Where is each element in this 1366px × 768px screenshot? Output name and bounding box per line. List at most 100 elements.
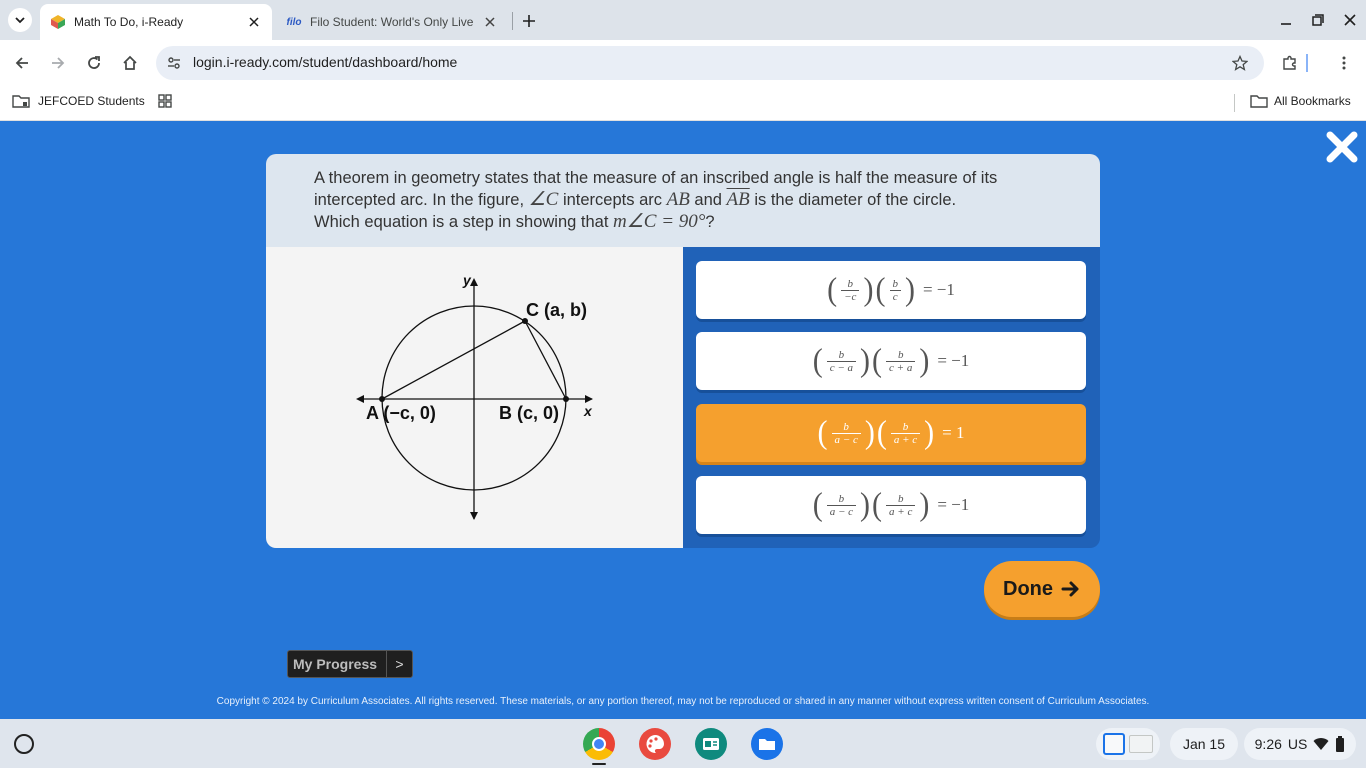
classroom-app-icon[interactable] — [695, 728, 727, 760]
minimize-icon — [1281, 23, 1291, 25]
answer-choice-1[interactable]: ( b −c ) ( bc ) = −1 — [696, 261, 1086, 319]
fraction: ba − c — [831, 421, 861, 446]
done-button[interactable]: Done — [984, 561, 1100, 617]
recent-file-thumbnail-icon — [1129, 735, 1153, 753]
date-tray[interactable]: Jan 15 — [1170, 728, 1238, 760]
segment-ac — [381, 320, 526, 400]
tab-title: Filo Student: World's Only Live — [310, 15, 474, 29]
question-card: A theorem in geometry states that the me… — [266, 154, 1100, 548]
battery-icon — [1336, 736, 1345, 752]
y-axis-up-arrow — [470, 278, 478, 286]
fraction: ba + c — [890, 421, 921, 446]
reload-button[interactable] — [82, 51, 106, 75]
minimize-button[interactable] — [1274, 8, 1298, 32]
puzzle-icon — [1283, 55, 1296, 70]
files-app-icon[interactable] — [751, 728, 783, 760]
close-lesson-icon[interactable] — [1326, 131, 1358, 163]
fraction: ba + c — [886, 493, 916, 518]
status-tray[interactable]: 9:26 US — [1244, 728, 1356, 760]
home-button[interactable] — [118, 51, 142, 75]
angle-c-math: ∠C — [528, 189, 559, 210]
plus-icon — [523, 15, 535, 27]
close-tab-icon[interactable] — [482, 14, 498, 30]
os-shelf: Jan 15 9:26 US — [0, 719, 1366, 768]
done-label: Done — [1003, 577, 1053, 600]
restore-button[interactable] — [1306, 8, 1330, 32]
tab-title: Math To Do, i-Ready — [74, 15, 184, 29]
m-angle-c-math: m∠C = 90° — [613, 211, 706, 232]
x-axis-label: x — [583, 403, 593, 419]
forward-button[interactable] — [46, 51, 70, 75]
my-progress-button[interactable]: My Progress > — [287, 650, 413, 678]
y-axis-label: y — [462, 272, 472, 288]
wifi-icon — [1313, 738, 1329, 750]
chrome-app-icon[interactable] — [583, 728, 615, 760]
tote-holding-space[interactable] — [1096, 728, 1160, 760]
browser-menu-button[interactable] — [1332, 51, 1356, 75]
back-button[interactable] — [10, 51, 34, 75]
prompt-line-2: intercepted arc. In the figure, ∠C inter… — [314, 189, 957, 210]
apps-grid-icon — [158, 94, 172, 108]
iready-favicon-icon — [50, 14, 66, 30]
tab-search-button[interactable] — [8, 8, 32, 32]
tab-strip: Math To Do, i-Ready filo Filo Student: W… — [0, 0, 1366, 40]
managed-folder-icon — [12, 95, 30, 108]
bookmark-folder-jefcoed[interactable]: JEFCOED Students — [12, 93, 145, 109]
close-icon — [1344, 14, 1356, 26]
prompt-line-1: A theorem in geometry states that the me… — [314, 169, 998, 187]
y-axis-down-arrow — [470, 512, 478, 520]
site-info-icon[interactable] — [164, 53, 184, 73]
bookmarks-divider — [1234, 94, 1235, 112]
tab-iready[interactable]: Math To Do, i-Ready — [40, 4, 272, 40]
close-window-button[interactable] — [1338, 8, 1362, 32]
fraction: b −c — [841, 278, 860, 303]
fraction: bc + a — [886, 349, 916, 374]
answer-choice-4[interactable]: ( ba − c ) ( ba + c ) = −1 — [696, 476, 1086, 534]
arrow-right-icon — [1061, 581, 1079, 597]
geometry-figure: y x C (a, b) A (−c, 0) B (c, 0) — [266, 247, 683, 548]
launcher-icon[interactable] — [14, 734, 34, 754]
x-axis-right-arrow — [585, 395, 593, 403]
point-a-label: A (−c, 0) — [366, 403, 436, 423]
address-bar[interactable]: login.i-ready.com/student/dashboard/home — [156, 46, 1264, 80]
point-a — [379, 396, 385, 402]
progress-chevron-icon: > — [386, 651, 412, 677]
close-tab-icon[interactable] — [246, 14, 262, 30]
fraction: ba − c — [826, 493, 857, 518]
fraction: bc − a — [826, 349, 857, 374]
answer-choice-3-selected[interactable]: ( ba − c ) ( ba + c ) = 1 — [696, 404, 1086, 462]
arc-ab-math: AB — [666, 189, 690, 210]
answer-choice-2[interactable]: ( bc − a ) ( bc + a ) = −1 — [696, 332, 1086, 390]
bookmark-label: JEFCOED Students — [38, 94, 145, 108]
prompt-line-3: Which equation is a step in showing that… — [314, 211, 715, 232]
browser-toolbar: login.i-ready.com/student/dashboard/home — [0, 40, 1366, 86]
toolbar-divider — [1306, 54, 1308, 72]
locale-text: US — [1287, 736, 1308, 752]
circle-diagram: y x C (a, b) A (−c, 0) B (c, 0) — [356, 272, 593, 520]
canvas-app-icon[interactable] — [639, 728, 671, 760]
apps-shortcut[interactable] — [157, 93, 173, 109]
bookmark-star-icon[interactable] — [1230, 53, 1250, 73]
restore-icon — [1312, 14, 1324, 26]
reload-icon — [88, 56, 100, 69]
bookmark-label: All Bookmarks — [1274, 94, 1351, 108]
tab-separator — [512, 12, 513, 30]
date-text: Jan 15 — [1182, 736, 1226, 752]
bookmarks-bar: JEFCOED Students All Bookmarks — [0, 86, 1366, 121]
chevron-down-icon — [15, 17, 25, 24]
arrow-left-icon — [15, 57, 28, 69]
chrome-running-indicator — [592, 763, 606, 765]
answer-choices: ( b −c ) ( bc ) = −1 ( bc − a ) ( bc + a … — [683, 247, 1100, 548]
tab-filo[interactable]: filo Filo Student: World's Only Live — [276, 4, 508, 40]
extensions-button[interactable] — [1278, 51, 1302, 75]
fraction: bc — [889, 278, 901, 303]
url-text: login.i-ready.com/student/dashboard/home — [193, 54, 458, 70]
kebab-menu-icon — [1342, 56, 1346, 70]
filo-favicon-icon: filo — [286, 16, 302, 28]
segment-cb — [524, 320, 567, 400]
new-tab-button[interactable] — [518, 10, 540, 32]
time-text: 9:26 — [1254, 736, 1282, 752]
folder-icon — [1250, 95, 1268, 108]
point-b — [563, 396, 569, 402]
all-bookmarks-button[interactable]: All Bookmarks — [1250, 93, 1351, 109]
